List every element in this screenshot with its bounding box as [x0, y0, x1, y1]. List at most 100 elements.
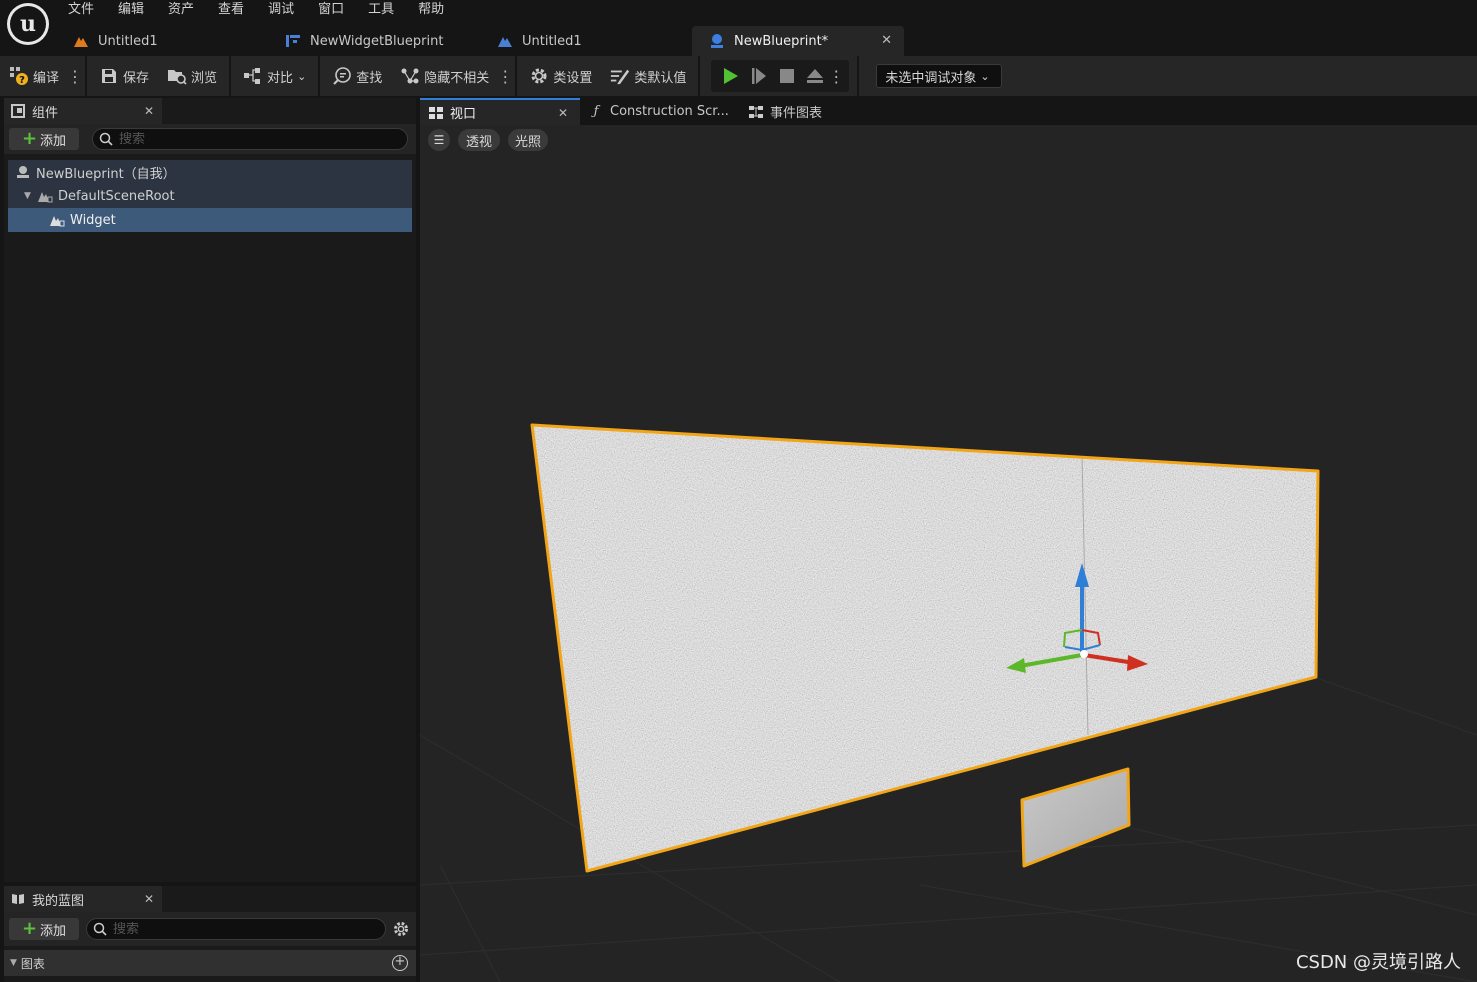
chevron-down-icon: ⌄ — [980, 69, 990, 83]
settings-gear-icon[interactable] — [392, 920, 410, 942]
menu-edit[interactable]: 编辑 — [106, 0, 156, 20]
diff-dropdown[interactable]: 对比 ⌄ — [234, 56, 315, 96]
find-icon — [332, 66, 352, 86]
widget-plane-large[interactable] — [520, 415, 1330, 885]
blueprint-icon — [708, 33, 726, 49]
widget-blueprint-icon — [284, 33, 302, 49]
save-button[interactable]: 保存 — [90, 56, 158, 96]
stop-button[interactable] — [773, 60, 801, 92]
close-icon[interactable]: ✕ — [144, 892, 154, 906]
components-panel: 组件 ✕ + 添加 NewBlueprint（自我） ▼ DefaultScen… — [4, 98, 416, 882]
components-toolbar: + 添加 — [4, 124, 416, 154]
widget-plane-small[interactable] — [1020, 767, 1131, 868]
browse-button[interactable]: 浏览 — [158, 56, 226, 96]
my-blueprint-panel: 我的蓝图 ✕ + 添加 ▼ 图表 + — [4, 886, 416, 982]
doc-tab-label: NewWidgetBlueprint — [310, 33, 444, 49]
viewport[interactable]: ☰ 透视 光照 CSDN @灵境引路人 — [420, 125, 1477, 982]
find-options-menu[interactable]: ⋮ — [497, 56, 513, 96]
menu-tools[interactable]: 工具 — [356, 0, 406, 20]
perspective-button[interactable]: 透视 — [458, 129, 500, 151]
doc-tab-label: Untitled1 — [98, 33, 158, 49]
blueprint-toolbar: ? 编译 ⋮ 保存 浏览 对比 ⌄ 查找 隐藏不相关 ⋮ 类设置 类默认值 ⋮ … — [0, 56, 1477, 96]
search-icon — [99, 132, 113, 146]
editor-tabs: 视口 ✕ ƒ Construction Scr... 事件图表 — [420, 98, 1477, 125]
step-frame-button[interactable] — [745, 60, 773, 92]
menu-file[interactable]: 文件 — [56, 0, 106, 20]
scene-component-icon — [36, 188, 54, 204]
my-blueprint-tab[interactable]: 我的蓝图 ✕ — [4, 886, 162, 912]
function-icon: ƒ — [593, 104, 599, 119]
compile-button[interactable]: ? 编译 — [0, 56, 68, 96]
watermark-text: CSDN @灵境引路人 — [1295, 952, 1461, 973]
tree-item-newblueprint[interactable]: NewBlueprint（自我） — [8, 160, 412, 184]
graphs-category[interactable]: ▼ 图表 + — [4, 950, 416, 976]
browse-folder-icon — [167, 66, 187, 86]
compile-options-menu[interactable]: ⋮ — [67, 56, 83, 96]
search-icon — [93, 922, 107, 936]
close-icon[interactable]: ✕ — [881, 33, 892, 48]
viewport-options-button[interactable]: ☰ — [428, 129, 450, 151]
tree-item-widget[interactable]: Widget — [8, 208, 412, 232]
menu-asset[interactable]: 资产 — [156, 0, 206, 20]
save-icon — [99, 66, 119, 86]
menu-help[interactable]: 帮助 — [406, 0, 456, 20]
debug-target-select[interactable]: 未选中调试对象 ⌄ — [876, 64, 1003, 88]
book-icon — [10, 891, 26, 907]
diff-icon — [243, 66, 263, 86]
eject-button[interactable] — [801, 60, 829, 92]
tree-item-defaultsceneroot[interactable]: ▼ DefaultSceneRoot — [8, 184, 412, 208]
add-component-button[interactable]: + 添加 — [9, 128, 79, 150]
doc-tab-newblueprint[interactable]: NewBlueprint* ✕ — [692, 26, 904, 56]
lighting-button[interactable]: 光照 — [508, 129, 548, 151]
event-graph-icon — [748, 104, 764, 120]
gear-icon — [529, 66, 549, 86]
component-tree: NewBlueprint（自我） ▼ DefaultSceneRoot Widg… — [8, 160, 412, 232]
doc-tab-label: NewBlueprint* — [734, 33, 829, 49]
collapse-arrow-icon[interactable]: ▼ — [10, 958, 17, 968]
plus-icon: + — [21, 918, 38, 939]
hide-unrelated-button[interactable]: 隐藏不相关 — [391, 56, 498, 96]
find-button[interactable]: 查找 — [323, 56, 391, 96]
class-settings-button[interactable]: 类设置 — [520, 56, 601, 96]
compile-icon: ? — [9, 66, 29, 86]
expand-arrow-icon[interactable]: ▼ — [24, 191, 36, 201]
doc-tab-untitled1-2[interactable]: Untitled1 — [480, 26, 692, 56]
level-icon — [72, 33, 90, 49]
widget-component-icon — [48, 212, 66, 228]
hide-unrelated-icon — [400, 66, 420, 86]
actor-self-icon — [14, 164, 32, 180]
menu-debug[interactable]: 调试 — [256, 0, 306, 20]
menu-window[interactable]: 窗口 — [306, 0, 356, 20]
my-blueprint-search-input[interactable] — [113, 921, 347, 937]
svg-text:?: ? — [19, 75, 25, 86]
menu-view[interactable]: 查看 — [206, 0, 256, 20]
hamburger-icon: ☰ — [433, 133, 445, 147]
doc-tab-label: Untitled1 — [522, 33, 582, 49]
viewport-scene[interactable] — [420, 125, 1477, 982]
components-icon — [10, 103, 26, 119]
doc-tab-newwidgetblueprint[interactable]: NewWidgetBlueprint — [268, 26, 480, 56]
components-search[interactable] — [92, 128, 408, 150]
title-bar: u 文件 编辑 资产 查看 调试 窗口 工具 帮助 Untitled1 NewW… — [0, 0, 1477, 56]
add-graph-icon[interactable]: + — [392, 955, 408, 971]
main-menu: 文件 编辑 资产 查看 调试 窗口 工具 帮助 — [56, 0, 456, 20]
document-tabs: Untitled1 NewWidgetBlueprint Untitled1 N… — [56, 26, 904, 56]
plus-icon: + — [21, 128, 38, 149]
play-button[interactable] — [717, 60, 745, 92]
viewport-icon — [428, 105, 444, 121]
components-search-input[interactable] — [119, 131, 366, 147]
class-defaults-button[interactable]: 类默认值 — [601, 56, 695, 96]
add-member-button[interactable]: + 添加 — [9, 918, 79, 940]
chevron-down-icon: ⌄ — [297, 69, 307, 83]
components-tab[interactable]: 组件 ✕ — [4, 98, 162, 124]
unreal-logo-icon[interactable]: u — [7, 3, 49, 45]
tab-viewport[interactable]: 视口 ✕ — [420, 98, 580, 125]
doc-tab-untitled1[interactable]: Untitled1 — [56, 26, 268, 56]
close-icon[interactable]: ✕ — [144, 104, 154, 118]
level-icon — [496, 33, 514, 49]
play-options-menu[interactable]: ⋮ — [828, 60, 844, 92]
close-icon[interactable]: ✕ — [558, 106, 568, 120]
tab-construction-script[interactable]: ƒ Construction Scr... — [580, 98, 740, 125]
tab-event-graph[interactable]: 事件图表 — [740, 98, 900, 125]
my-blueprint-search[interactable] — [86, 918, 386, 940]
